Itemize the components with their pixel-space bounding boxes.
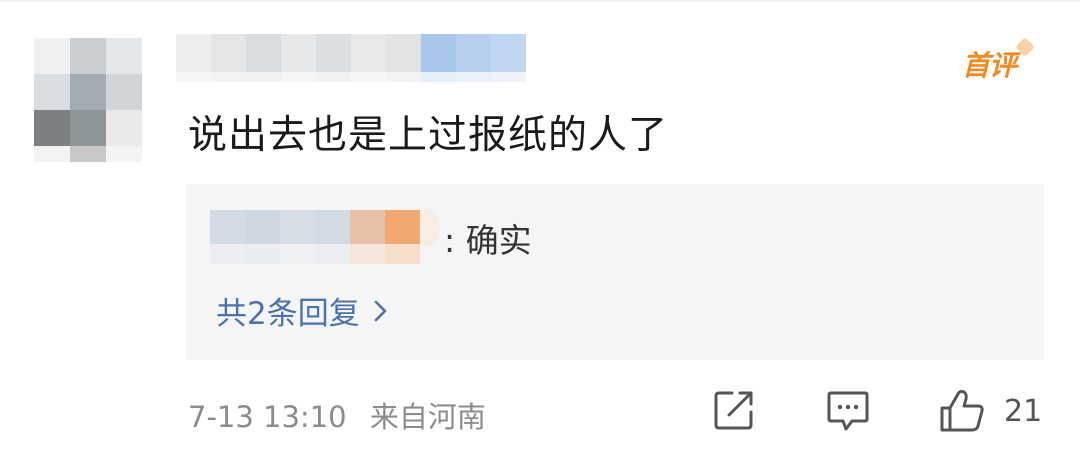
username-pixelated[interactable] (176, 34, 526, 74)
top-divider (0, 0, 1080, 2)
like-button[interactable] (938, 388, 988, 434)
comment-text: 说出去也是上过报纸的人了 (188, 113, 669, 158)
username-pixelated-shadow (176, 72, 526, 82)
comment-icon (826, 388, 870, 434)
avatar[interactable] (34, 38, 142, 162)
reply-username-shadow (210, 244, 420, 264)
share-icon (712, 388, 756, 432)
first-comment-badge: 首评 (962, 49, 1017, 82)
chevron-right-icon (374, 299, 388, 323)
share-button[interactable] (712, 388, 756, 432)
reply-preview-box[interactable]: : 确实 共2条回复 (186, 184, 1044, 360)
like-count: 21 (1004, 394, 1043, 429)
view-replies-label: 共2条回复 (216, 296, 360, 332)
comment-meta: 7-13 13:10 来自河南 (188, 394, 486, 436)
comment-button[interactable] (826, 388, 870, 434)
timestamp: 7-13 13:10 (188, 400, 347, 434)
badge-sparkle-icon (1015, 37, 1035, 57)
reply-text: : 确实 (444, 221, 532, 260)
thumbs-up-icon (938, 388, 988, 434)
view-replies-link[interactable]: 共2条回复 (216, 288, 388, 333)
reply-username-pixelated[interactable] (210, 210, 440, 246)
location: 来自河南 (369, 400, 486, 434)
